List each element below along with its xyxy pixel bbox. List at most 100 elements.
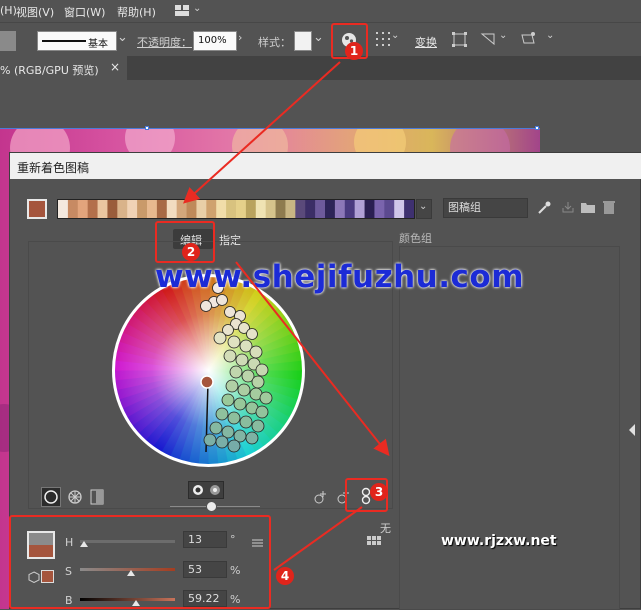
strip-swatch bbox=[206, 200, 217, 218]
add-color-tool-icon[interactable] bbox=[312, 489, 328, 505]
strip-swatch bbox=[196, 200, 207, 218]
color-marker bbox=[251, 375, 265, 389]
opacity-input[interactable]: 100% bbox=[193, 31, 237, 51]
strip-swatch bbox=[285, 200, 296, 218]
strip-swatch bbox=[404, 200, 415, 218]
chevron-down-icon[interactable]: ⌄ bbox=[313, 30, 324, 45]
transform-box-icon[interactable] bbox=[452, 32, 467, 47]
strip-swatch bbox=[97, 200, 108, 218]
color-marker bbox=[215, 435, 229, 449]
circle-icon bbox=[44, 490, 58, 504]
watermark-secondary: www.rjzxw.net bbox=[441, 533, 557, 549]
align-grid-icon[interactable] bbox=[376, 32, 390, 46]
brightness-hue-toggle[interactable] bbox=[188, 481, 224, 499]
strip-swatch bbox=[176, 200, 188, 218]
stroke-profile-label: 基本 bbox=[88, 39, 108, 50]
save-group-icon[interactable] bbox=[562, 201, 574, 213]
strip-swatch bbox=[315, 200, 326, 218]
color-marker bbox=[255, 405, 269, 419]
close-icon[interactable]: × bbox=[110, 60, 120, 74]
color-library-icon[interactable] bbox=[367, 536, 383, 548]
current-color-swatch[interactable] bbox=[27, 199, 47, 219]
segmented-wheel-button[interactable] bbox=[66, 488, 84, 506]
strip-swatch bbox=[67, 200, 79, 218]
strip-swatch bbox=[275, 200, 286, 218]
fill-swatch[interactable] bbox=[0, 31, 16, 51]
strip-swatch bbox=[226, 200, 237, 218]
strip-swatch bbox=[325, 200, 336, 218]
chevron-down-icon[interactable]: ⌄ bbox=[117, 30, 128, 45]
strip-swatch bbox=[265, 200, 277, 218]
workspace-layout-icon[interactable] bbox=[175, 5, 189, 16]
strip-swatch bbox=[117, 200, 128, 218]
menu-bar: (H) 视图(V) 窗口(W) 帮助(H) ⌄ bbox=[0, 0, 641, 22]
strip-swatch bbox=[127, 200, 138, 218]
selection-bounds bbox=[0, 128, 540, 129]
collapse-arrow-icon[interactable] bbox=[622, 418, 641, 442]
segmented-wheel-icon bbox=[68, 490, 82, 504]
document-tab-bar: % (RGB/GPU 预览) × bbox=[0, 56, 641, 80]
color-marker bbox=[216, 294, 228, 306]
strip-swatch bbox=[255, 200, 267, 218]
artwork-colors-strip[interactable] bbox=[57, 199, 415, 219]
color-marker bbox=[227, 335, 241, 349]
color-strip-dropdown[interactable]: ⌄ bbox=[416, 199, 432, 219]
strip-swatch bbox=[384, 200, 395, 218]
document-tab[interactable]: % (RGB/GPU 预览) × bbox=[0, 56, 127, 80]
chevron-down-icon[interactable]: ⌄ bbox=[546, 30, 554, 41]
menu-help[interactable]: 帮助(H) bbox=[117, 4, 156, 20]
color-marker bbox=[237, 383, 251, 397]
new-folder-icon[interactable] bbox=[581, 201, 595, 213]
color-marker bbox=[245, 431, 259, 445]
stroke-profile-select[interactable]: 基本 bbox=[37, 31, 117, 51]
menu-help-partial[interactable]: (H) bbox=[0, 4, 17, 17]
color-marker bbox=[215, 407, 229, 421]
menu-view[interactable]: 视图(V) bbox=[16, 4, 54, 20]
selection-handle[interactable] bbox=[535, 126, 539, 130]
none-label: 无 bbox=[380, 522, 391, 535]
strip-swatch bbox=[344, 200, 356, 218]
eyedropper-icon[interactable] bbox=[536, 200, 552, 216]
strip-swatch bbox=[374, 200, 385, 218]
strip-swatch bbox=[305, 200, 316, 218]
strip-swatch bbox=[166, 200, 178, 218]
strip-swatch bbox=[216, 200, 227, 218]
group-name-field[interactable]: 图稿组 bbox=[443, 198, 528, 218]
menu-window[interactable]: 窗口(W) bbox=[64, 4, 105, 20]
strip-swatch bbox=[147, 200, 158, 218]
graphic-style-swatch[interactable] bbox=[294, 31, 312, 51]
color-marker bbox=[246, 328, 258, 340]
puppet-warp-icon[interactable] bbox=[520, 31, 536, 47]
delete-icon[interactable] bbox=[603, 200, 615, 214]
color-wheel[interactable] bbox=[110, 272, 307, 469]
base-color-marker bbox=[200, 375, 214, 389]
color-marker bbox=[255, 363, 269, 377]
color-bars-button[interactable] bbox=[89, 488, 105, 506]
chevron-down-icon[interactable]: ⌄ bbox=[391, 30, 399, 41]
strip-swatch bbox=[137, 200, 148, 218]
color-strip-swatches bbox=[58, 200, 415, 218]
color-marker bbox=[229, 365, 243, 379]
annotation-badge-3: 3 bbox=[370, 483, 388, 501]
strip-swatch bbox=[156, 200, 168, 218]
color-marker bbox=[227, 411, 241, 425]
color-marker bbox=[259, 391, 273, 405]
chevron-right-icon[interactable]: › bbox=[238, 31, 242, 44]
transform-button[interactable]: 变换 bbox=[415, 34, 437, 50]
strip-swatch bbox=[87, 200, 99, 218]
color-marker bbox=[223, 349, 237, 363]
color-groups-label: 颜色组 bbox=[399, 232, 432, 245]
smooth-wheel-button[interactable] bbox=[41, 487, 61, 507]
color-marker bbox=[233, 397, 247, 411]
selection-handle[interactable] bbox=[145, 126, 149, 130]
chevron-down-icon[interactable]: ⌄ bbox=[499, 30, 507, 41]
chevron-down-icon[interactable]: ⌄ bbox=[193, 3, 201, 14]
strip-swatch bbox=[186, 200, 197, 218]
color-marker bbox=[203, 433, 217, 447]
color-groups-panel[interactable] bbox=[399, 246, 620, 610]
color-marker bbox=[239, 415, 253, 429]
brightness-slider-handle[interactable] bbox=[206, 501, 217, 512]
reflect-icon[interactable] bbox=[480, 31, 496, 47]
color-bars-icon bbox=[90, 489, 104, 505]
color-marker bbox=[209, 421, 223, 435]
